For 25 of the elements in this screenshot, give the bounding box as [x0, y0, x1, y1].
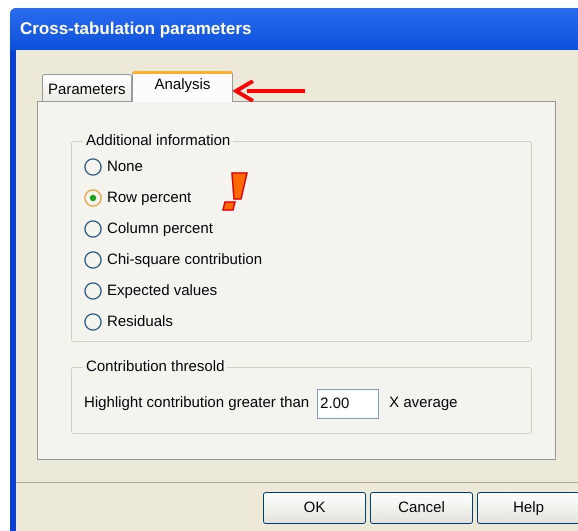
option-label: Column percent — [107, 218, 213, 239]
group-title: Additional information — [85, 131, 232, 151]
dialog-button[interactable]: Cancel — [370, 492, 473, 524]
arrow-icon — [233, 80, 305, 102]
radio-button[interactable] — [84, 251, 102, 269]
group-title: Contribution thresold — [85, 357, 226, 377]
field-label: Highlight contribution greater than — [84, 393, 310, 414]
option-label: Expected values — [107, 280, 218, 301]
dialog-button[interactable]: OK — [263, 492, 366, 524]
radio-button[interactable] — [84, 189, 102, 207]
exclamation-icon — [222, 172, 248, 212]
dialog-button[interactable]: Help — [477, 492, 578, 524]
suffix-label: X average — [389, 393, 458, 414]
option-label: Residuals — [107, 312, 173, 332]
threshold-field[interactable]: 2.00 — [317, 388, 380, 418]
radio-button[interactable] — [84, 313, 102, 331]
tab[interactable]: Analysis — [132, 71, 234, 102]
window-title: Cross-tabulation parameters — [20, 18, 252, 40]
option-label: Chi-square contribution — [107, 250, 262, 270]
radio-button[interactable] — [84, 220, 102, 238]
option-label: None — [107, 156, 143, 177]
option-label: Row percent — [107, 188, 192, 208]
tab[interactable]: Parameters — [42, 74, 132, 101]
radio-button[interactable] — [84, 158, 102, 176]
radio-button[interactable] — [84, 282, 102, 300]
